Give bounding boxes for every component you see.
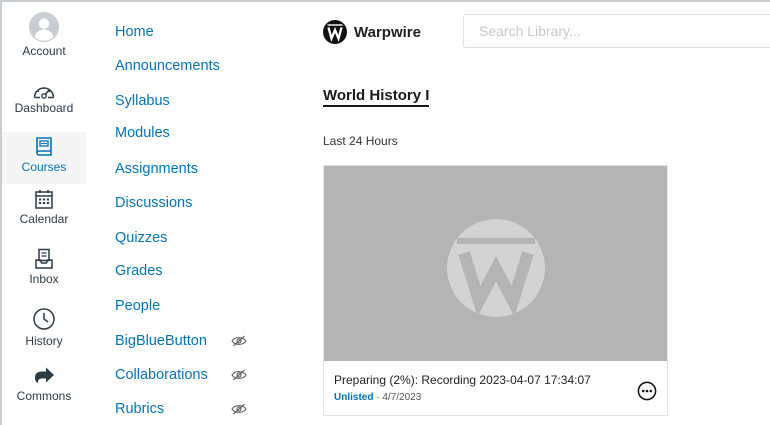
- commons-icon: [35, 367, 54, 383]
- global-nav: Account Dashboard Courses Calendar Inbox…: [2, 2, 86, 425]
- global-nav-courses[interactable]: Courses: [2, 132, 86, 184]
- warpwire-placeholder-icon: [447, 219, 545, 317]
- media-meta: Unlisted · 4/7/2023: [334, 392, 421, 403]
- course-nav-bigbluebutton[interactable]: BigBlueButton: [115, 333, 207, 349]
- global-nav-label: Courses: [21, 160, 67, 174]
- global-nav-account[interactable]: Account: [2, 12, 86, 72]
- course-nav-discussions[interactable]: Discussions: [115, 195, 192, 211]
- top-border: [0, 0, 770, 2]
- global-nav-label: Calendar: [19, 212, 69, 226]
- meta-separator: ·: [373, 392, 383, 403]
- course-nav-modules[interactable]: Modules: [115, 125, 170, 141]
- media-thumbnail[interactable]: [324, 166, 667, 361]
- brand-name: Warpwire: [354, 23, 421, 41]
- calendar-icon: [35, 190, 53, 209]
- visibility-status[interactable]: Unlisted: [334, 392, 373, 403]
- history-icon: [33, 308, 55, 330]
- media-title[interactable]: Preparing (2%): Recording 2023-04-07 17:…: [334, 373, 591, 387]
- media-card: Preparing (2%): Recording 2023-04-07 17:…: [323, 165, 668, 416]
- global-nav-history[interactable]: History: [2, 307, 86, 357]
- media-date: 4/7/2023: [382, 392, 422, 403]
- global-nav-label: Inbox: [29, 272, 59, 286]
- global-nav-label: Account: [22, 44, 66, 58]
- course-nav-announcements[interactable]: Announcements: [115, 58, 220, 74]
- global-nav-label: History: [25, 334, 63, 348]
- global-nav-label: Dashboard: [14, 101, 74, 115]
- hidden-eye-icon: [231, 335, 247, 347]
- global-nav-commons[interactable]: Commons: [2, 366, 86, 416]
- course-nav-syllabus[interactable]: Syllabus: [115, 93, 170, 109]
- course-nav-people[interactable]: People: [115, 298, 160, 314]
- inbox-icon: [35, 248, 53, 269]
- course-nav-grades[interactable]: Grades: [115, 263, 163, 279]
- account-icon: [29, 12, 59, 42]
- global-nav-dashboard[interactable]: Dashboard: [2, 82, 86, 128]
- course-nav-home[interactable]: Home: [115, 24, 154, 40]
- search-library-input[interactable]: [463, 14, 770, 48]
- course-nav-collaborations[interactable]: Collaborations: [115, 367, 208, 383]
- warpwire-logo[interactable]: Warpwire: [323, 18, 421, 46]
- more-options-icon[interactable]: [637, 381, 657, 401]
- course-nav-assignments[interactable]: Assignments: [115, 161, 198, 177]
- hidden-eye-icon: [231, 403, 247, 415]
- dashboard-icon: [33, 87, 55, 99]
- time-filter-label: Last 24 Hours: [323, 134, 398, 148]
- global-nav-label: Commons: [16, 389, 72, 403]
- course-nav-rubrics[interactable]: Rubrics: [115, 401, 164, 417]
- warpwire-logo-icon: [323, 20, 347, 44]
- library-title[interactable]: World History I: [323, 87, 430, 107]
- course-nav-quizzes[interactable]: Quizzes: [115, 230, 167, 246]
- global-nav-calendar[interactable]: Calendar: [2, 189, 86, 239]
- hidden-eye-icon: [231, 369, 247, 381]
- global-nav-inbox[interactable]: Inbox: [2, 248, 86, 298]
- courses-icon: [36, 137, 52, 156]
